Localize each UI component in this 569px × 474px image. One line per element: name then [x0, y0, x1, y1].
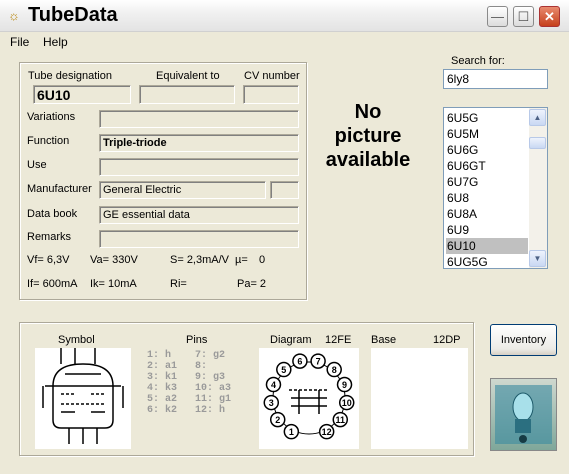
tube-list-item[interactable]: 6U7G: [446, 174, 528, 190]
pin-entry: 9: g3: [195, 372, 226, 383]
param-if: If= 600mA: [27, 278, 78, 290]
tube-list-item[interactable]: 6U6G: [446, 142, 528, 158]
designation-label: Tube designation: [28, 70, 112, 82]
diagram-pin-number: 6: [297, 357, 302, 367]
param-s: S= 2,3mA/V: [170, 254, 230, 266]
pin-entry: 7: g2: [195, 350, 226, 361]
pin-entry: 12: h: [195, 405, 226, 416]
designation-field[interactable]: 6U10: [33, 85, 131, 104]
diagram-pin-number: 9: [342, 380, 347, 390]
manufacturer-label: Manufacturer: [27, 183, 92, 195]
cv-field[interactable]: [243, 85, 299, 104]
diagram-pin-number: 1: [289, 427, 294, 437]
no-picture-line-2: picture: [334, 125, 402, 147]
tube-list-item[interactable]: 6U8A: [446, 206, 528, 222]
close-icon[interactable]: ✕: [539, 6, 560, 27]
scroll-thumb[interactable]: [529, 137, 546, 149]
pin-entry: 10: a3: [195, 383, 232, 394]
manufacturer-extra-field[interactable]: [270, 181, 299, 199]
diagram-pin-number: 3: [269, 398, 274, 408]
pin-entry: 11: g1: [195, 394, 232, 405]
diagram-pin-number: 4: [271, 380, 276, 390]
pin-entry: 3: k1: [147, 372, 178, 383]
diagram-pin-number: 11: [336, 415, 346, 425]
variations-label: Variations: [27, 111, 76, 123]
pins-left-column: 1: h 2: a1 3: k1 4: k3 5: a2 6: k2: [147, 350, 177, 416]
param-ik: Ik= 10mA: [90, 278, 137, 290]
tube-list-item[interactable]: 6U6GT: [446, 158, 528, 174]
pin-entry: 2: a1: [147, 361, 178, 372]
inventory-button[interactable]: Inventory: [490, 324, 557, 356]
lightbulb-icon: ☼: [8, 8, 20, 23]
pins-right-column: 7: g2 8: 9: g3 10: a3 11: g1 12: h: [195, 350, 231, 416]
menu-bar: [0, 32, 569, 52]
pin-entry: 8:: [195, 361, 208, 372]
tube-symbol-icon: [42, 348, 124, 444]
list-scrollbar[interactable]: [529, 108, 547, 268]
cv-label: CV number: [244, 70, 300, 82]
diagram-label: Diagram: [270, 334, 312, 346]
no-picture-line-1: No: [354, 101, 382, 123]
symbol-label: Symbol: [58, 334, 95, 346]
use-label: Use: [27, 159, 47, 171]
variations-field[interactable]: [99, 110, 299, 128]
menu-file[interactable]: File: [10, 35, 29, 49]
param-mu: µ=: [235, 254, 248, 266]
search-label: Search for:: [451, 55, 505, 67]
tube-list-item[interactable]: 6UG5G: [446, 254, 528, 270]
param-pa: Pa= 2: [237, 278, 267, 290]
maximize-icon[interactable]: ☐: [513, 6, 534, 27]
scroll-up-icon[interactable]: ▲: [529, 109, 546, 126]
pins-label: Pins: [186, 334, 208, 346]
scroll-down-icon[interactable]: ▼: [529, 250, 546, 267]
function-label: Function: [27, 135, 70, 147]
use-field[interactable]: [99, 158, 299, 176]
tube-list-item[interactable]: 6U10: [446, 238, 528, 254]
function-field[interactable]: Triple-triode: [99, 134, 299, 152]
remarks-label: Remarks: [27, 231, 72, 243]
databook-label: Data book: [27, 208, 78, 220]
diagram-code: 12FE: [325, 334, 352, 346]
equivalent-label: Equivalent to: [156, 70, 220, 82]
databook-field[interactable]: GE essential data: [99, 206, 299, 224]
diagram-pin-labels: 123456 789101112: [263, 353, 355, 440]
diagram-pin-number: 2: [275, 415, 280, 425]
symbol-box: [35, 348, 131, 449]
no-picture-message: No picture available: [313, 100, 423, 172]
param-va: Va= 330V: [90, 254, 138, 266]
param-vf: Vf= 6,3V: [27, 254, 70, 266]
manufacturer-field[interactable]: General Electric: [99, 181, 266, 199]
param-ri: Ri=: [170, 278, 187, 290]
diagram-pin-number: 8: [332, 365, 337, 375]
pin-entry: 6: k2: [147, 405, 178, 416]
diagram-box: 1 2 3 4 5 6 7 8 9 10 11 12: [259, 348, 359, 449]
equivalent-field[interactable]: [139, 85, 235, 104]
search-input[interactable]: [443, 69, 548, 89]
tube-list-item[interactable]: 6U8: [446, 190, 528, 206]
tube-list-item[interactable]: 6U9: [446, 222, 528, 238]
base-label: Base: [371, 334, 397, 346]
no-picture-line-3: available: [325, 149, 411, 171]
tube-list-item[interactable]: 6U5G: [446, 110, 528, 126]
pin-diagram-icon: 123456 789101112: [263, 353, 355, 440]
base-box: [371, 348, 468, 449]
diagram-pin-number: 12: [322, 427, 332, 437]
base-code: 12DP: [433, 334, 461, 346]
pin-entry: 4: k3: [147, 383, 178, 394]
menu-help[interactable]: Help: [43, 35, 68, 49]
window-title: TubeData: [28, 4, 118, 26]
diagram-pin-number: 5: [281, 365, 286, 375]
pin-entry: 5: a2: [147, 394, 178, 405]
tube-logo-icon: [490, 378, 557, 451]
pin-entry: 1: h: [147, 350, 172, 361]
tube-listbox[interactable]: 6U5G 6U5M 6U6G 6U6GT 6U7G 6U8 6U8A 6U9 6U10 6UG5G…: [443, 107, 548, 269]
diagram-pin-number: 10: [342, 398, 352, 408]
param-mu-value: 0: [259, 254, 266, 266]
diagram-pin-number: 7: [316, 357, 321, 367]
tube-list-item[interactable]: 6U5M: [446, 126, 528, 142]
remarks-field[interactable]: [99, 230, 299, 248]
minimize-icon[interactable]: —: [487, 6, 508, 27]
